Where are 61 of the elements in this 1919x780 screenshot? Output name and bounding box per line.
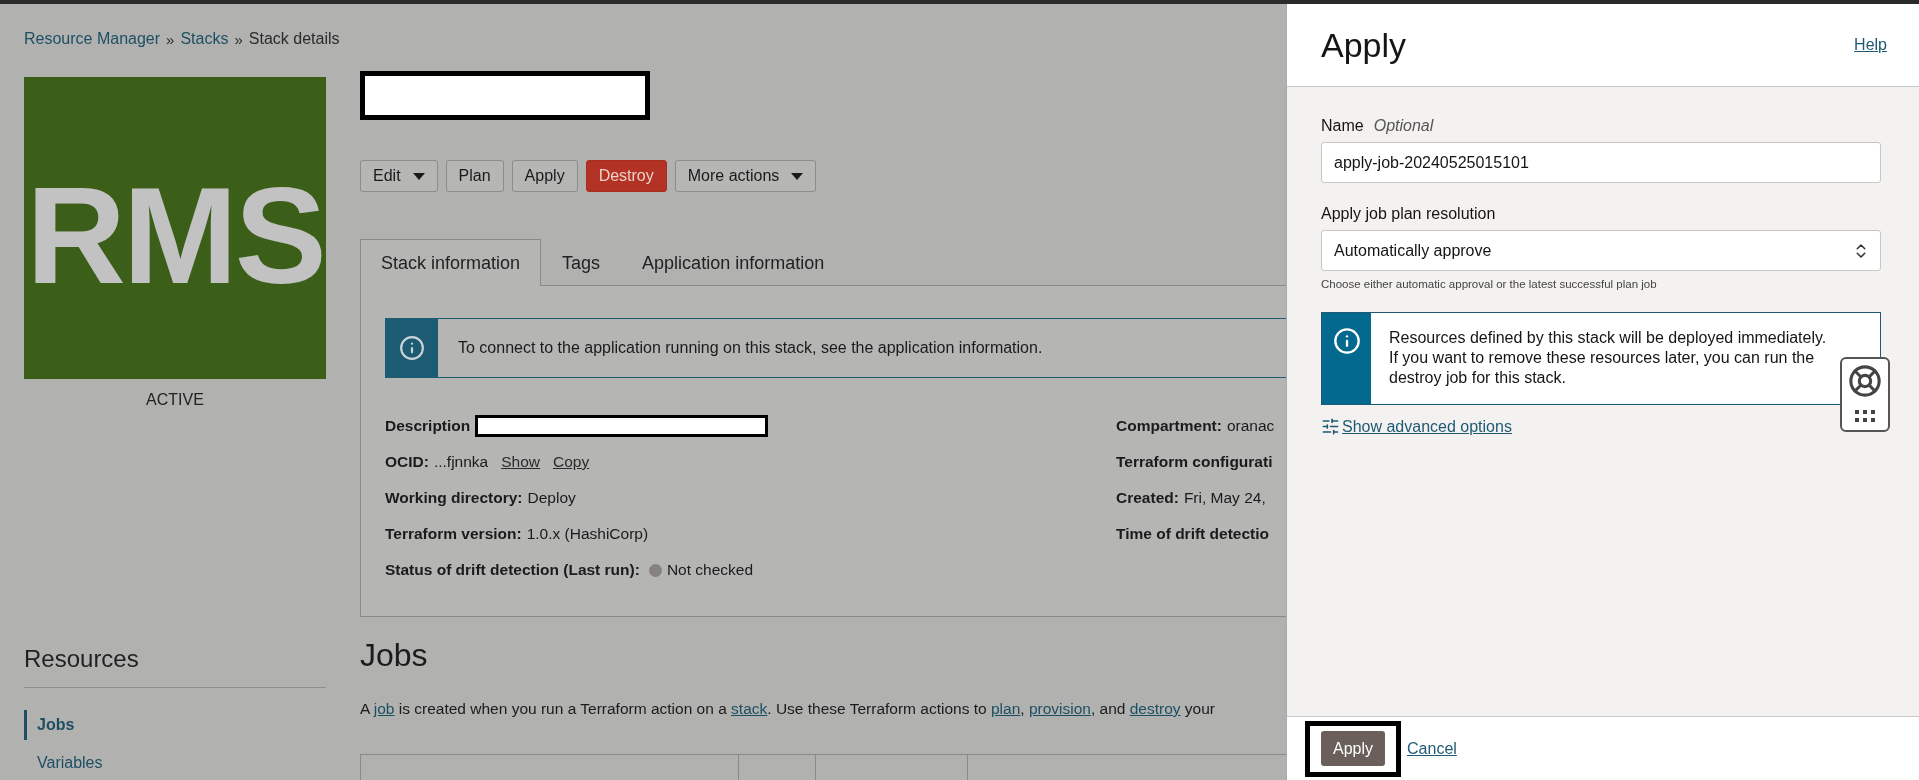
info-icon bbox=[1332, 327, 1361, 355]
tab[interactable]: Stack information bbox=[360, 239, 542, 286]
notice-text: Resources defined by this stack will be deployed immediately. If you want to remove these resources later, you can run the destroy job for this stack. bbox=[1389, 328, 1828, 388]
detail-value: oranac bbox=[1226, 417, 1275, 435]
banner-text: To connect to the application running on this stack, see the application information. bbox=[457, 339, 1043, 357]
link[interactable]: provision bbox=[1028, 700, 1091, 717]
resource-nav-item[interactable]: Variables bbox=[24, 748, 113, 778]
panel-title: Apply bbox=[1321, 25, 1407, 65]
detail-value: ...fjnnka bbox=[433, 453, 489, 471]
stack-status: ACTIVE bbox=[145, 391, 205, 409]
help-widget[interactable] bbox=[1840, 357, 1890, 432]
resolution-select[interactable]: Automatically approve bbox=[1321, 230, 1881, 271]
jobs-heading: Jobs bbox=[360, 637, 429, 674]
resource-nav-item[interactable]: Jobs bbox=[24, 710, 85, 740]
detail-value: 1.0.x (HashiCorp) bbox=[526, 525, 649, 543]
stack-logo: RMS bbox=[24, 77, 326, 379]
field-label: Apply job plan resolution bbox=[1321, 205, 1496, 223]
field-label: Name bbox=[1321, 117, 1364, 135]
detail-label: Terraform version: bbox=[385, 525, 522, 543]
caret-icon bbox=[412, 172, 425, 180]
ocid-link[interactable]: Show bbox=[501, 453, 540, 471]
tab[interactable]: Application information bbox=[621, 239, 846, 286]
resources-heading: Resources bbox=[24, 645, 326, 688]
action-button[interactable]: Apply bbox=[511, 160, 578, 192]
breadcrumb-separator: » bbox=[234, 30, 243, 48]
detail-label: OCID: bbox=[385, 453, 429, 471]
destroy-button[interactable]: Destroy bbox=[585, 160, 667, 192]
breadcrumb-separator: » bbox=[166, 30, 175, 48]
detail-label: Working directory: bbox=[385, 489, 523, 507]
breadcrumb-link[interactable]: Stacks bbox=[180, 30, 229, 48]
menu-button[interactable]: Edit bbox=[360, 160, 438, 192]
detail-label: Terraform configurati bbox=[1116, 453, 1273, 471]
grid-icon bbox=[1855, 410, 1875, 422]
caret-icon bbox=[791, 172, 804, 180]
breadcrumb-link[interactable]: Resource Manager bbox=[24, 30, 161, 48]
help-link[interactable]: Help bbox=[1854, 36, 1887, 54]
link[interactable]: job bbox=[373, 700, 395, 717]
detail-value: Deploy bbox=[527, 489, 576, 507]
jobs-description: A job is created when you run a Terraform action on a stack. Use these Terraform actions to plan, provision, and destroy your bbox=[360, 700, 1217, 718]
action-button[interactable]: Plan bbox=[445, 160, 504, 192]
detail-value: Fri, May 24, bbox=[1183, 489, 1266, 507]
tab[interactable]: Tags bbox=[541, 239, 622, 286]
detail-label: Time of drift detectio bbox=[1116, 525, 1269, 543]
name-input[interactable]: apply-job-20240525015101 bbox=[1321, 142, 1881, 183]
detail-value: Not checked bbox=[666, 561, 754, 579]
detail-label: Status of drift detection (Last run): bbox=[385, 561, 640, 579]
ocid-link[interactable]: Copy bbox=[553, 453, 590, 471]
cancel-link[interactable]: Cancel bbox=[1407, 739, 1457, 758]
detail-label: Created: bbox=[1116, 489, 1179, 507]
field-hint: Choose either automatic approval or the latest successful plan job bbox=[1321, 278, 1658, 290]
detail-label: Description bbox=[385, 417, 471, 435]
link[interactable]: destroy bbox=[1129, 700, 1181, 717]
menu-button[interactable]: More actions bbox=[674, 160, 817, 192]
lifebuoy-icon bbox=[1848, 364, 1882, 398]
sliders-icon bbox=[1321, 417, 1340, 436]
apply-button[interactable]: Apply bbox=[1321, 731, 1386, 766]
detail-label: Compartment: bbox=[1116, 417, 1222, 435]
optional-label: Optional bbox=[1373, 117, 1434, 135]
info-icon bbox=[399, 335, 425, 361]
advanced-options-link[interactable]: Show advanced options bbox=[1342, 417, 1512, 436]
breadcrumb-current: Stack details bbox=[248, 30, 340, 48]
